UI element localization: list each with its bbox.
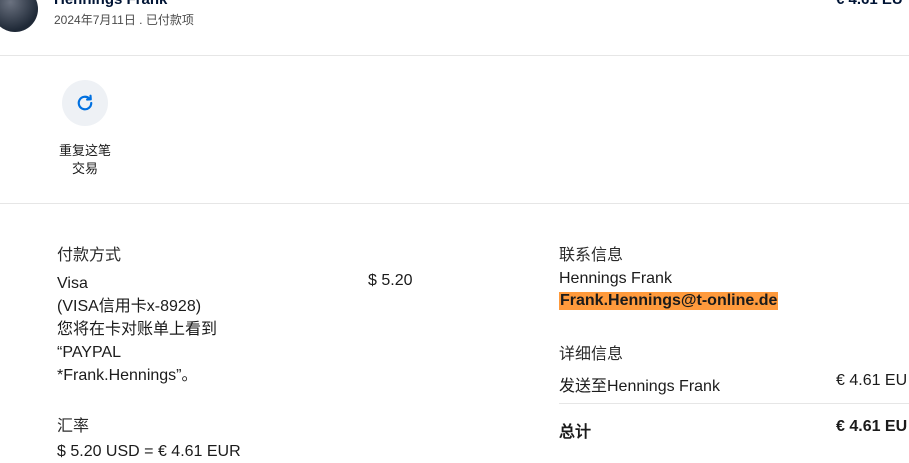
repeat-label-line1: 重复这笔 bbox=[58, 143, 111, 158]
total-divider bbox=[559, 403, 909, 404]
payment-method-line: “PAYPAL bbox=[57, 344, 122, 361]
payment-method-line: 您将在卡对账单上看到 bbox=[57, 321, 218, 338]
exchange-rate-title: 汇率 bbox=[57, 418, 90, 435]
contact-name: Hennings Frank bbox=[559, 270, 672, 287]
sent-to-label: 发送至Hennings Frank bbox=[559, 378, 720, 395]
payment-method-line: Visa bbox=[57, 275, 88, 292]
contact-info-title: 联系信息 bbox=[559, 247, 624, 264]
total-amount: € 4.61 EU bbox=[836, 418, 908, 435]
transaction-meta: 2024年7月11日 . 已付款项 bbox=[54, 13, 194, 27]
repeat-transaction-label[interactable]: 重复这笔 交易 bbox=[48, 142, 122, 178]
merchant-avatar bbox=[0, 0, 38, 32]
divider bbox=[0, 55, 909, 56]
repeat-transaction-button[interactable] bbox=[62, 80, 108, 126]
repeat-label-line2: 交易 bbox=[71, 161, 98, 176]
sent-to-amount: € 4.61 EU bbox=[836, 372, 908, 389]
contact-email-link[interactable]: Frank.Hennings@t-online.de bbox=[559, 292, 779, 310]
exchange-rate-value: $ 5.20 USD = € 4.61 EUR bbox=[57, 443, 241, 460]
payment-method-line: (VISA信用卡x-8928) bbox=[57, 298, 202, 315]
details-title: 详细信息 bbox=[559, 346, 624, 363]
merchant-name: Hennings Frank bbox=[54, 0, 167, 8]
header-amount: € 4.61 EU bbox=[836, 0, 903, 8]
payment-method-details: Visa (VISA信用卡x-8928) 您将在卡对账单上看到 “PAYPAL … bbox=[57, 272, 307, 387]
payment-method-amount: $ 5.20 bbox=[368, 272, 413, 289]
total-label: 总计 bbox=[559, 424, 592, 441]
divider bbox=[0, 203, 909, 204]
payment-method-title: 付款方式 bbox=[57, 247, 122, 264]
refresh-icon bbox=[77, 94, 93, 111]
payment-method-line: *Frank.Hennings”。 bbox=[57, 367, 198, 384]
